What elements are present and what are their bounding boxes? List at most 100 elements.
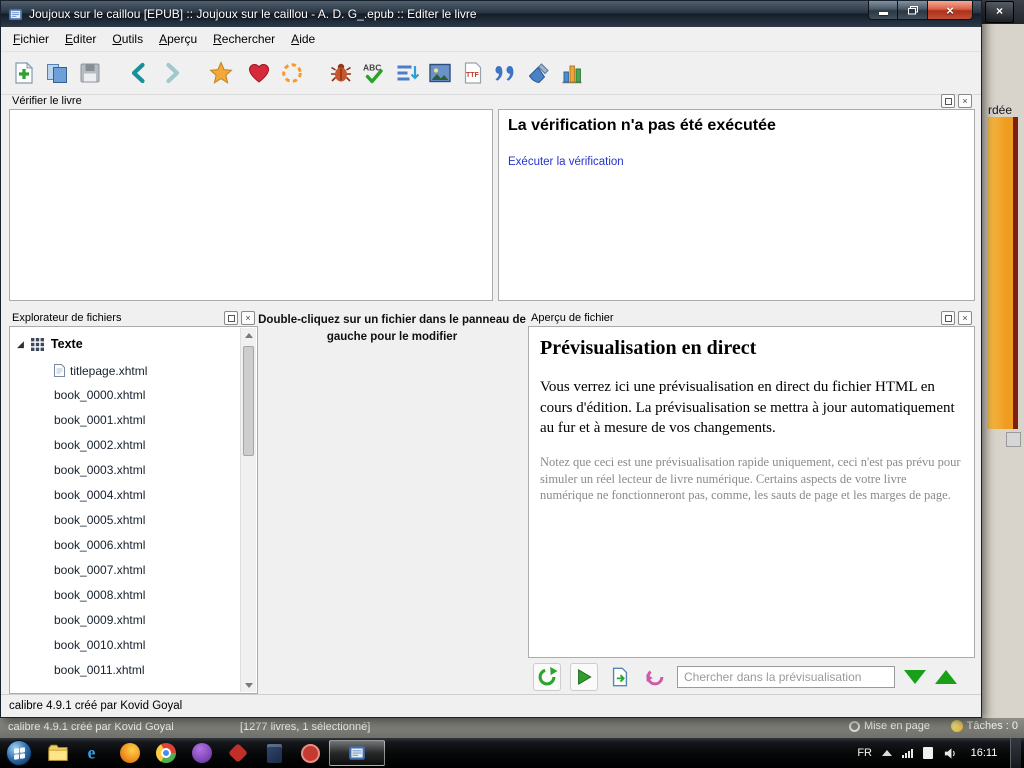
scrollbar-thumb[interactable] — [243, 346, 254, 456]
taskbar-flower-app-button[interactable] — [293, 740, 327, 766]
file-item[interactable]: book_0003.xhtml — [10, 458, 241, 483]
back-button[interactable] — [122, 56, 155, 90]
taskbar-firefox-button[interactable] — [113, 740, 147, 766]
close-button[interactable]: × — [927, 1, 973, 20]
preview-toolbar — [528, 660, 975, 694]
book-cover-edge — [987, 117, 1018, 429]
hidden-icons-chevron-icon[interactable] — [882, 750, 892, 756]
background-book-count: [1277 livres, 1 sélectionné] — [240, 721, 371, 733]
restore-button[interactable] — [898, 1, 927, 20]
taskbar-opera-button[interactable] — [185, 740, 219, 766]
file-label: titlepage.xhtml — [70, 363, 148, 378]
preview-note: Notez que ceci est une prévisualisation … — [540, 455, 961, 503]
file-item[interactable]: book_0005.xhtml — [10, 508, 241, 533]
explorer-panel-header: Explorateur de fichiers × — [9, 310, 258, 326]
tree-group-label: Texte — [50, 337, 83, 351]
float-panel-icon[interactable] — [941, 311, 955, 325]
statusbar-text: calibre 4.9.1 créé par Kovid Goyal — [9, 700, 183, 712]
file-item[interactable]: book_0010.xhtml — [10, 633, 241, 658]
clean-style-button[interactable] — [522, 56, 555, 90]
run-check-link[interactable]: Exécuter la vérification — [508, 156, 624, 168]
forward-button[interactable] — [155, 56, 188, 90]
refresh-icon — [538, 666, 558, 686]
purple-app-icon — [192, 743, 212, 763]
dashed-circle-icon — [281, 63, 302, 83]
clock[interactable]: 16:11 — [968, 747, 1000, 759]
taskbar-ie-button[interactable]: e — [77, 740, 111, 766]
check-results-list[interactable] — [9, 109, 493, 301]
background-window-fragment: rdée — [982, 0, 1024, 738]
language-indicator[interactable]: FR — [857, 747, 872, 759]
menu-item[interactable]: Rechercher — [205, 29, 283, 49]
file-item[interactable]: book_0008.xhtml — [10, 583, 241, 608]
sync-button[interactable] — [275, 56, 308, 90]
calibre-edit-icon — [349, 746, 365, 760]
insert-quote-button[interactable] — [489, 56, 522, 90]
desktop: rdée × calibre 4.9.1 créé par Kovid Goya… — [0, 0, 1024, 768]
menu-item[interactable]: Aperçu — [151, 29, 205, 49]
find-previous-icon[interactable] — [935, 670, 957, 684]
editor-hint: Double-cliquez sur un fichier dans le pa… — [258, 314, 526, 344]
float-panel-icon[interactable] — [941, 94, 955, 108]
file-item-titlepage[interactable]: titlepage.xhtml — [10, 358, 241, 383]
file-item[interactable]: book_0004.xhtml — [10, 483, 241, 508]
reload-file-button[interactable] — [607, 664, 633, 690]
explorer-scrollbar[interactable] — [240, 328, 256, 692]
taskbar-red-app-button[interactable] — [221, 740, 255, 766]
taskbar-chrome-button[interactable] — [149, 740, 183, 766]
file-item[interactable]: book_0002.xhtml — [10, 433, 241, 458]
save-file-button[interactable] — [73, 56, 106, 90]
action-center-icon[interactable] — [923, 747, 933, 759]
start-button[interactable] — [6, 740, 32, 766]
file-item[interactable]: book_0009.xhtml — [10, 608, 241, 633]
file-item[interactable]: book_0007.xhtml — [10, 558, 241, 583]
close-panel-icon[interactable]: × — [958, 94, 972, 108]
taskbar-calibre-library-button[interactable] — [257, 740, 291, 766]
tree-group-texte[interactable]: ◢ Texte — [10, 327, 241, 358]
menu-item[interactable]: Outils — [104, 29, 151, 49]
close-panel-icon[interactable]: × — [241, 311, 255, 325]
float-panel-icon[interactable] — [224, 311, 238, 325]
insert-font-button[interactable]: TTF — [456, 56, 489, 90]
menu-item[interactable]: Editer — [57, 29, 104, 49]
file-item[interactable]: book_0006.xhtml — [10, 533, 241, 558]
bookmark-button[interactable] — [204, 56, 237, 90]
scroll-up-icon[interactable] — [241, 328, 256, 342]
close-panel-icon[interactable]: × — [958, 311, 972, 325]
new-file-button[interactable] — [7, 56, 40, 90]
layout-button[interactable]: Mise en page — [848, 720, 930, 732]
taskbar-explorer-button[interactable] — [41, 740, 75, 766]
check-panel-body: La vérification n'a pas été exécutée Exé… — [9, 109, 975, 301]
menu-item[interactable]: Fichier — [5, 29, 57, 49]
launch-preview-button[interactable] — [570, 663, 598, 691]
file-item[interactable]: book_0000.xhtml — [10, 383, 241, 408]
scroll-down-icon[interactable] — [241, 678, 256, 692]
expander-icon[interactable]: ◢ — [17, 339, 24, 349]
taskbar-calibre-editor-button[interactable] — [329, 740, 385, 766]
beautify-button[interactable] — [390, 56, 423, 90]
preview-webview[interactable]: Prévisualisation en direct Vous verrez i… — [528, 326, 975, 658]
donate-button[interactable] — [242, 56, 275, 90]
preview-search-input[interactable] — [677, 666, 895, 688]
file-item[interactable]: book_0001.xhtml — [10, 408, 241, 433]
sync-position-button[interactable] — [642, 664, 668, 690]
reports-button[interactable] — [555, 56, 588, 90]
refresh-preview-button[interactable] — [533, 663, 561, 691]
file-item[interactable]: book_0011.xhtml — [10, 658, 241, 683]
insert-image-button[interactable] — [423, 56, 456, 90]
titlebar[interactable]: Joujoux sur le caillou [EPUB] :: Joujoux… — [1, 1, 981, 27]
minimize-button[interactable] — [868, 1, 898, 20]
speaker-icon[interactable] — [943, 746, 958, 761]
check-book-button[interactable] — [324, 56, 357, 90]
open-file-button[interactable] — [40, 56, 73, 90]
font-file-icon: TTF — [464, 62, 481, 84]
show-desktop-button[interactable] — [1010, 738, 1021, 768]
jobs-button[interactable]: Tâches : 0 — [950, 720, 1018, 732]
network-icon[interactable] — [902, 748, 913, 758]
spellcheck-button[interactable]: ABC — [357, 56, 390, 90]
spellcheck-icon: ABC — [363, 63, 383, 84]
open-file-icon — [46, 64, 67, 83]
menu-item[interactable]: Aide — [283, 29, 323, 49]
find-next-icon[interactable] — [904, 670, 926, 684]
background-close-button[interactable]: × — [985, 1, 1014, 23]
